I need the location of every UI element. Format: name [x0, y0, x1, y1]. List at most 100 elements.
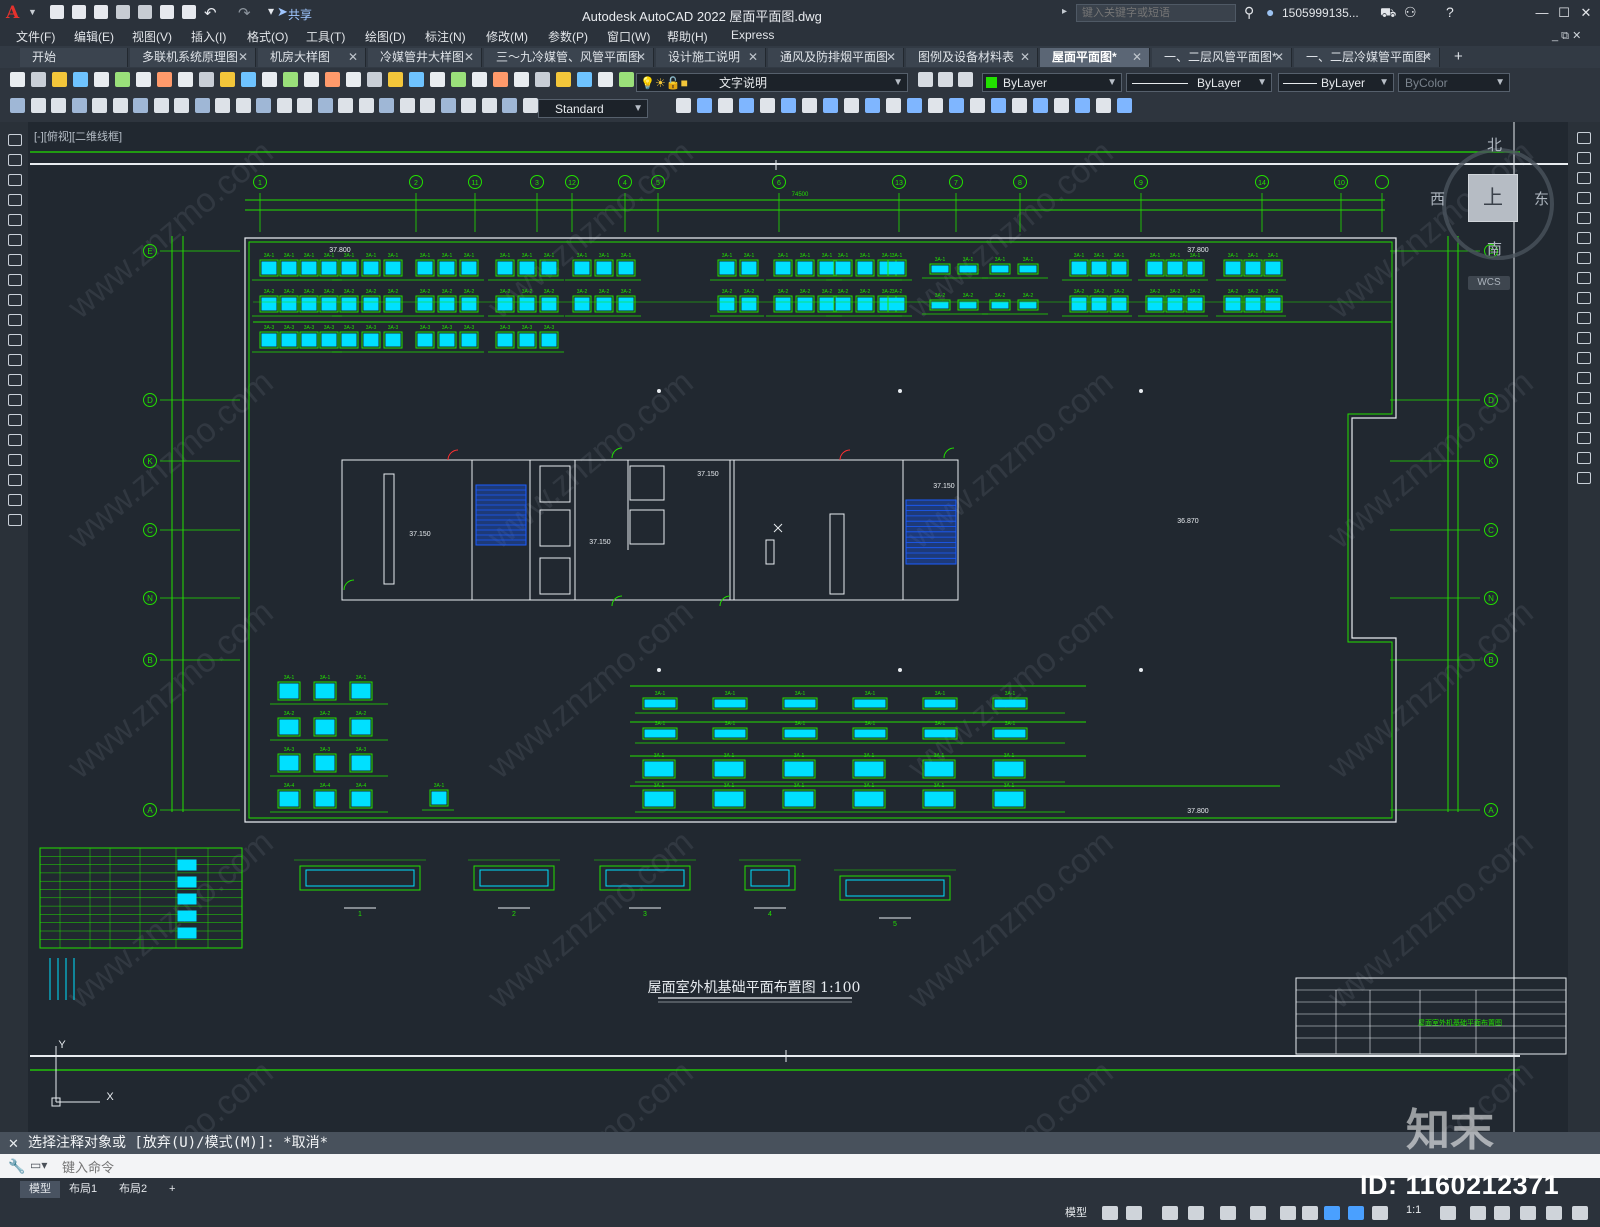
draw-tool-icon[interactable]: [10, 98, 25, 113]
menu-insert[interactable]: 插入(I): [191, 28, 226, 45]
modify-tool-icon[interactable]: [1033, 98, 1048, 113]
status-toggle-icon[interactable]: [1102, 1206, 1118, 1220]
status-toggle-icon[interactable]: [1440, 1206, 1456, 1220]
tab-close-icon[interactable]: ✕: [748, 48, 758, 67]
model-space-button[interactable]: 模型: [1065, 1204, 1087, 1220]
draw-palette-tool-icon[interactable]: [8, 434, 22, 446]
modify-tool-icon[interactable]: [781, 98, 796, 113]
modify-palette-tool-icon[interactable]: [1577, 352, 1591, 364]
modify-tool-icon[interactable]: [928, 98, 943, 113]
toolbar-tool-icon[interactable]: [409, 72, 424, 87]
customize-wrench-icon[interactable]: 🔧: [8, 1158, 25, 1175]
status-toggle-icon[interactable]: [1280, 1206, 1296, 1220]
tab-close-icon[interactable]: ✕: [1020, 48, 1030, 67]
draw-palette-tool-icon[interactable]: [8, 254, 22, 266]
redo-icon[interactable]: ↷: [238, 4, 251, 22]
status-toggle-icon[interactable]: [1188, 1206, 1204, 1220]
modify-palette-tool-icon[interactable]: [1577, 372, 1591, 384]
toolbar-tool-icon[interactable]: [10, 72, 25, 87]
modify-tool-icon[interactable]: [823, 98, 838, 113]
modify-tool-icon[interactable]: [760, 98, 775, 113]
compass-east[interactable]: 东: [1534, 188, 1549, 209]
close-icon[interactable]: ✕: [1578, 5, 1594, 21]
draw-tool-icon[interactable]: [256, 98, 271, 113]
draw-palette-tool-icon[interactable]: [8, 354, 22, 366]
toolbar-tool-icon[interactable]: [367, 72, 382, 87]
tab-design-notes[interactable]: 设计施工说明 ✕: [656, 48, 766, 67]
draw-palette-tool-icon[interactable]: [8, 454, 22, 466]
color-dropdown[interactable]: ByLayer ▼: [982, 73, 1122, 92]
draw-tool-icon[interactable]: [379, 98, 394, 113]
tab-close-icon[interactable]: ✕: [1274, 48, 1284, 67]
draw-tool-icon[interactable]: [133, 98, 148, 113]
menu-dimension[interactable]: 标注(N): [425, 28, 466, 45]
draw-tool-icon[interactable]: [51, 98, 66, 113]
compass-north[interactable]: 北: [1487, 134, 1502, 155]
draw-palette-tool-icon[interactable]: [8, 174, 22, 186]
draw-tool-icon[interactable]: [194, 98, 210, 113]
modify-tool-icon[interactable]: [949, 98, 964, 113]
status-toggle-icon[interactable]: [1572, 1206, 1588, 1220]
toolbar-tool-icon[interactable]: [52, 72, 67, 87]
toolbar-tool-icon[interactable]: [556, 72, 571, 87]
status-toggle-icon[interactable]: [1348, 1206, 1364, 1220]
draw-tool-icon[interactable]: [522, 98, 538, 113]
layout-tab-model[interactable]: 模型: [20, 1181, 60, 1198]
undo-icon[interactable]: ↶: [204, 4, 217, 22]
tab-vrf-schematic[interactable]: 多联机系统原理图 ✕: [130, 48, 256, 67]
draw-tool-icon[interactable]: [502, 98, 517, 113]
status-toggle-icon[interactable]: [1162, 1206, 1178, 1220]
menu-window[interactable]: 窗口(W): [607, 28, 650, 45]
menu-file[interactable]: 文件(F): [16, 28, 55, 45]
draw-tool-icon[interactable]: [174, 98, 189, 113]
share-button[interactable]: 共享: [288, 6, 312, 23]
modify-tool-icon[interactable]: [718, 98, 733, 113]
modify-tool-icon[interactable]: [970, 98, 985, 113]
tab-close-icon[interactable]: ✕: [636, 48, 646, 67]
draw-tool-icon[interactable]: [317, 98, 333, 113]
modify-palette-tool-icon[interactable]: [1577, 232, 1591, 244]
modify-palette-tool-icon[interactable]: [1577, 152, 1591, 164]
status-toggle-icon[interactable]: [1220, 1206, 1236, 1220]
command-close-icon[interactable]: ✕: [8, 1136, 19, 1152]
draw-palette-tool-icon[interactable]: [8, 414, 22, 426]
toolbar-tool-icon[interactable]: [157, 72, 172, 87]
status-toggle-icon[interactable]: [1546, 1206, 1562, 1220]
annotation-scale[interactable]: 1:1: [1406, 1204, 1421, 1216]
draw-palette-tool-icon[interactable]: [8, 474, 22, 486]
modify-tool-icon[interactable]: [844, 98, 859, 113]
draw-palette-tool-icon[interactable]: [8, 314, 22, 326]
draw-palette-tool-icon[interactable]: [8, 294, 22, 306]
draw-tool-icon[interactable]: [481, 98, 497, 113]
draw-tool-icon[interactable]: [440, 98, 456, 113]
draw-tool-icon[interactable]: [358, 98, 374, 113]
draw-palette-tool-icon[interactable]: [8, 394, 22, 406]
web-save-icon[interactable]: [138, 5, 152, 19]
draw-palette-tool-icon[interactable]: [8, 274, 22, 286]
modify-palette-tool-icon[interactable]: [1577, 312, 1591, 324]
tab-1-2-duct[interactable]: 一、二层风管平面图* ✕: [1152, 48, 1292, 67]
draw-tool-icon[interactable]: [215, 98, 230, 113]
modify-palette-tool-icon[interactable]: [1577, 472, 1591, 484]
layer-tool-icon[interactable]: [958, 72, 973, 87]
toolbar-tool-icon[interactable]: [535, 72, 550, 87]
save-as-icon[interactable]: [116, 5, 130, 19]
status-toggle-icon[interactable]: [1250, 1206, 1266, 1220]
draw-tool-icon[interactable]: [112, 98, 128, 113]
app-menu-chevron-icon[interactable]: ▼: [28, 7, 37, 17]
modify-tool-icon[interactable]: [739, 98, 754, 113]
toolbar-tool-icon[interactable]: [241, 72, 256, 87]
toolbar-tool-icon[interactable]: [199, 72, 214, 87]
toolbar-tool-icon[interactable]: [598, 72, 613, 87]
autodesk-account-icon[interactable]: ⚇: [1404, 4, 1417, 21]
tab-refrigerant-shaft[interactable]: 冷媒管井大样图 ✕: [368, 48, 482, 67]
help-icon[interactable]: ?: [1446, 4, 1454, 20]
modify-tool-icon[interactable]: [865, 98, 880, 113]
toolbar-tool-icon[interactable]: [304, 72, 319, 87]
compass-west[interactable]: 西: [1430, 188, 1445, 209]
modify-palette-tool-icon[interactable]: [1577, 192, 1591, 204]
modify-tool-icon[interactable]: [1054, 98, 1069, 113]
new-file-icon[interactable]: [50, 5, 64, 19]
modify-palette-tool-icon[interactable]: [1577, 212, 1591, 224]
wcs-menu[interactable]: WCS: [1468, 276, 1510, 290]
